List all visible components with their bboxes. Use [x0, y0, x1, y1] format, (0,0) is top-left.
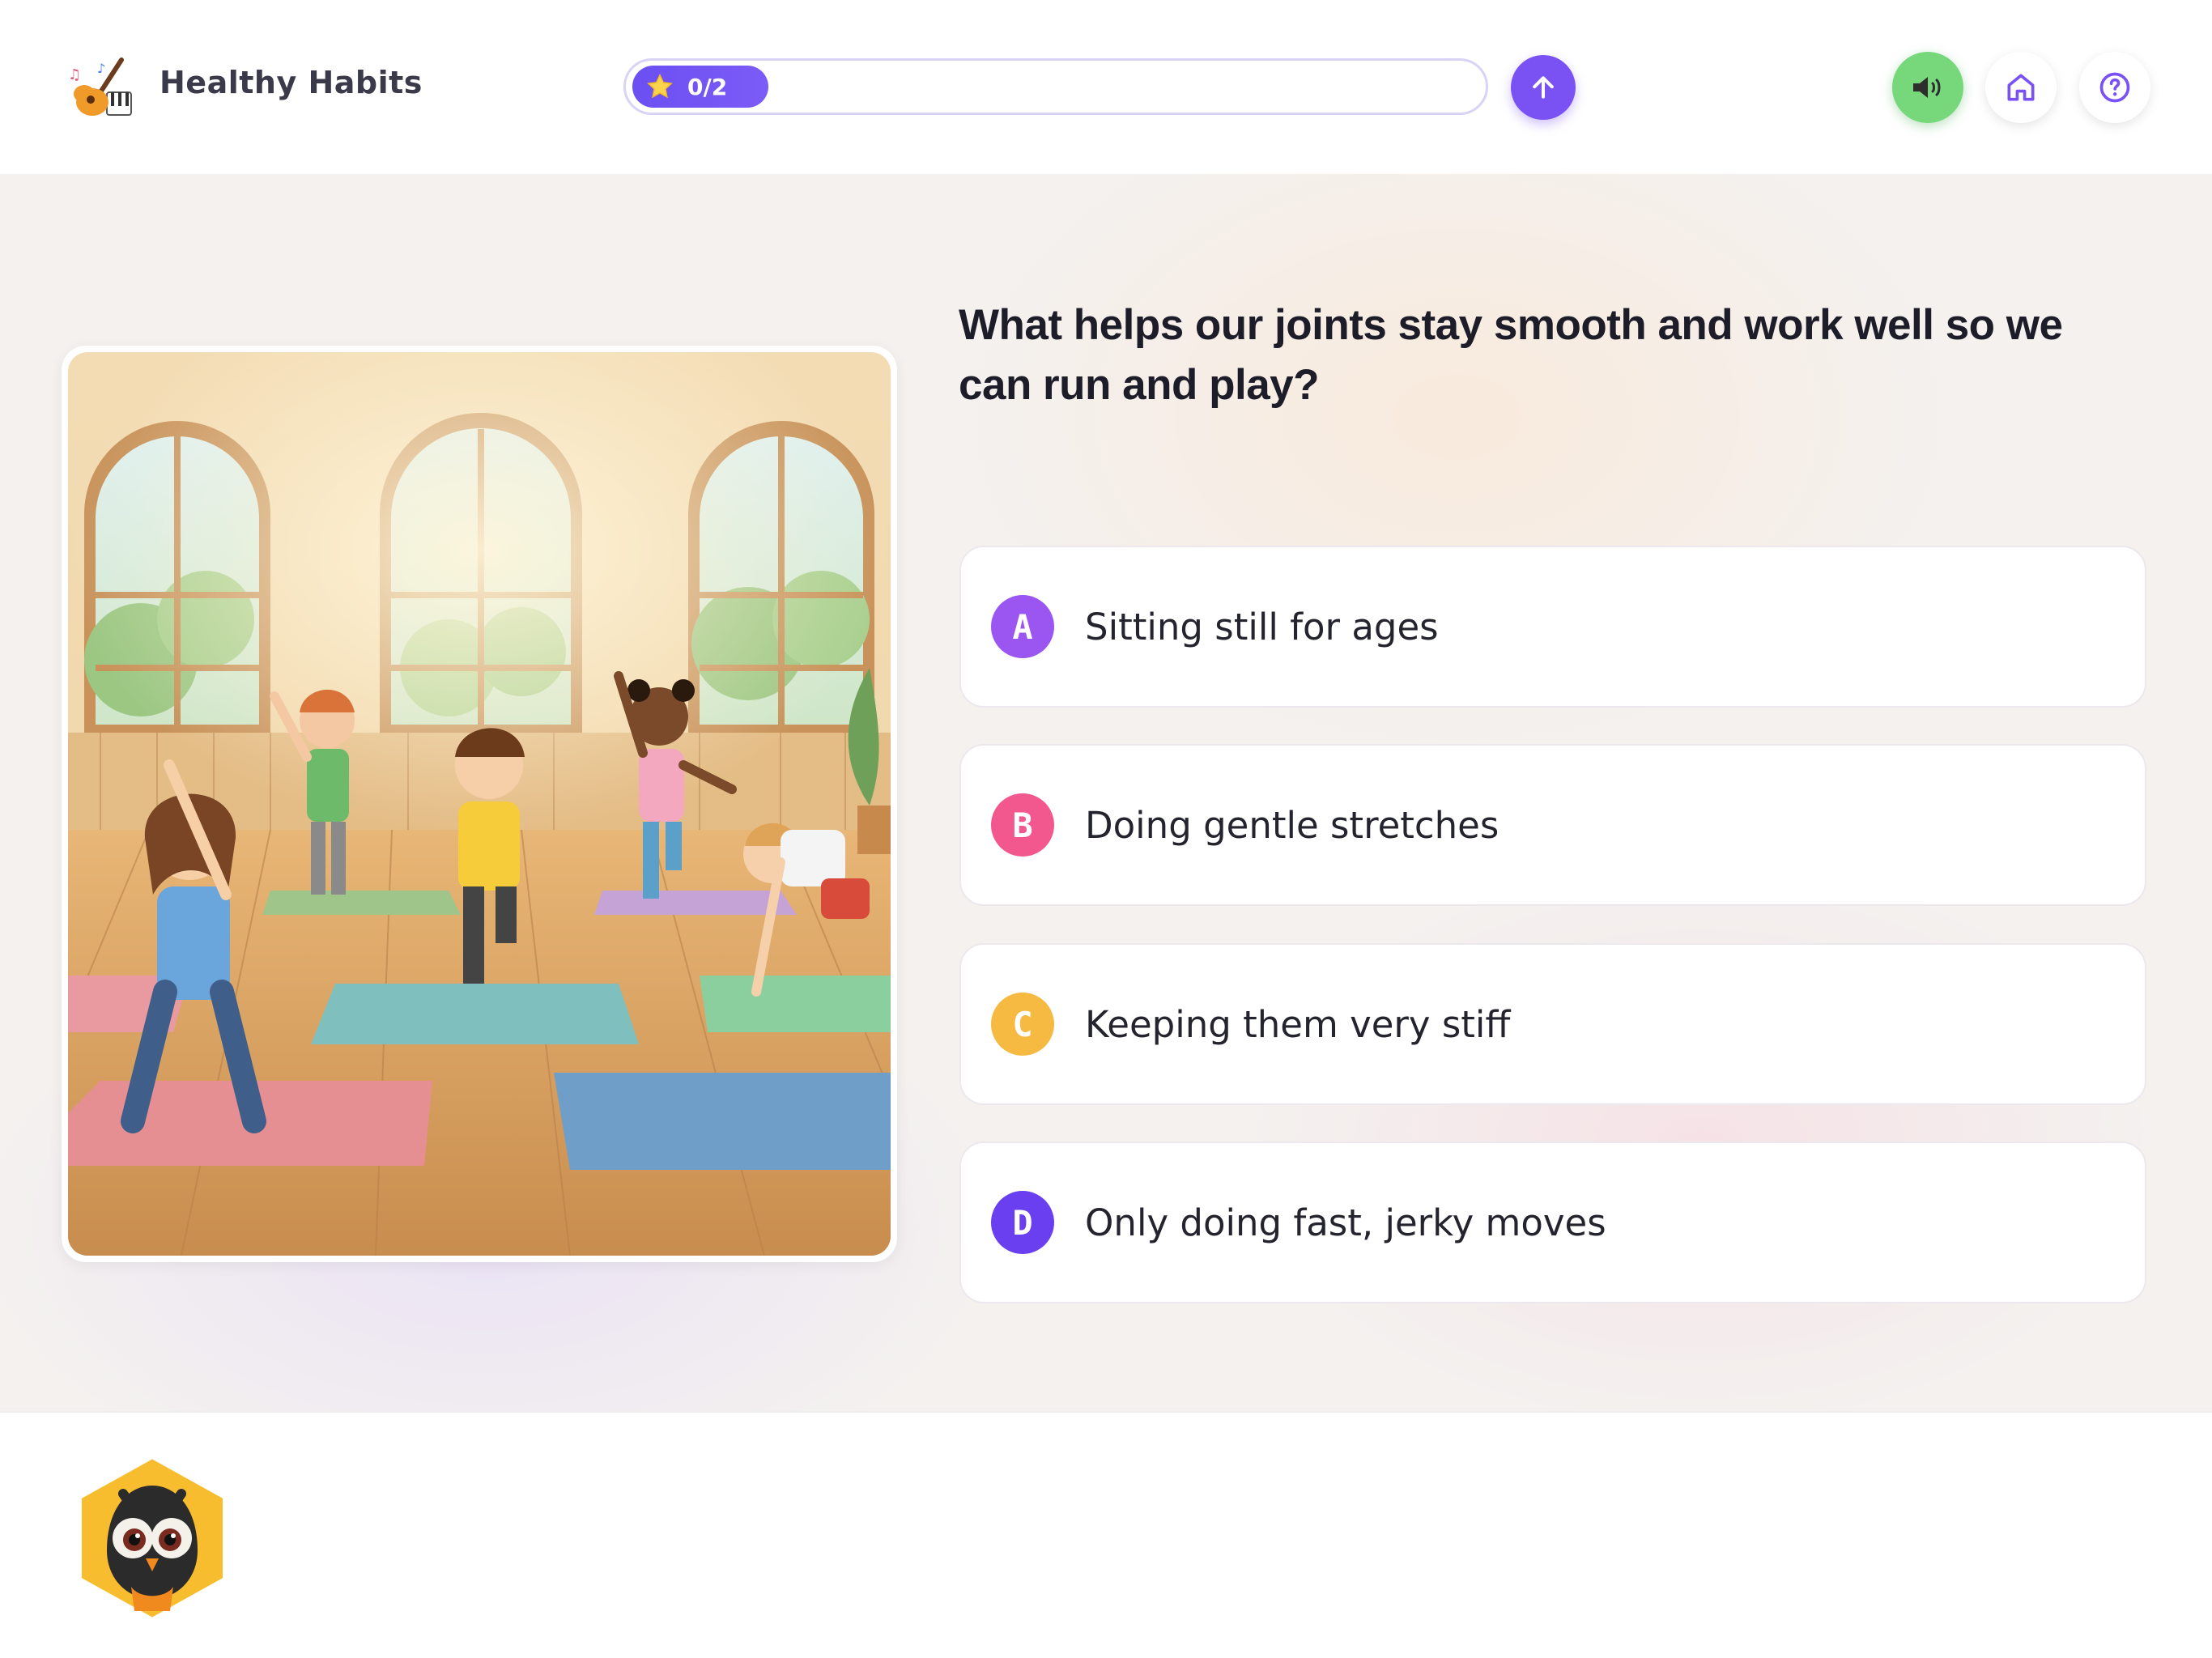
submit-button[interactable]	[1511, 55, 1576, 120]
answer-option-a[interactable]: A Sitting still for ages	[959, 546, 2146, 708]
question-area: What helps our joints stay smooth and wo…	[0, 174, 2212, 1411]
app-title: Healthy Habits	[160, 65, 423, 100]
illustration-card	[62, 346, 897, 1262]
answer-option-d[interactable]: D Only doing fast, jerky moves	[959, 1141, 2146, 1303]
question-text: What helps our joints stay smooth and wo…	[959, 301, 2063, 409]
option-letter-badge: B	[991, 793, 1054, 857]
arrow-up-icon	[1533, 76, 1554, 99]
progress-pill: 0/2	[632, 66, 768, 108]
option-letter-badge: D	[991, 1191, 1054, 1254]
guitar-music-icon: ♫ ♪	[68, 57, 132, 116]
question-circle-icon	[2099, 72, 2130, 103]
option-letter-badge: C	[991, 993, 1054, 1056]
option-text: Sitting still for ages	[1085, 605, 1439, 648]
footer-bar	[0, 1411, 2212, 1658]
option-text: Keeping them very stiff	[1085, 1002, 1511, 1046]
progress-count: 0/2	[687, 73, 728, 100]
answer-option-b[interactable]: B Doing gentle stretches	[959, 744, 2146, 906]
owl-mascot-icon[interactable]	[74, 1453, 230, 1623]
svg-text:♫: ♫	[68, 66, 81, 83]
option-text: Only doing fast, jerky moves	[1085, 1201, 1606, 1244]
progress-bar: 0/2	[623, 58, 1488, 115]
star-icon	[647, 74, 673, 99]
answer-option-c[interactable]: C Keeping them very stiff	[959, 943, 2146, 1105]
home-icon	[2007, 74, 2035, 101]
top-bar: ♫ ♪ Healthy Habits 0/2	[0, 0, 2212, 174]
svg-text:♪: ♪	[97, 61, 105, 76]
children-stretching-yoga-illustration	[68, 352, 891, 1256]
option-letter-badge: A	[991, 595, 1054, 658]
option-text: Doing gentle stretches	[1085, 803, 1499, 847]
speaker-icon	[1913, 77, 1941, 98]
help-button[interactable]	[2079, 52, 2150, 123]
home-button[interactable]	[1985, 52, 2057, 123]
sound-button[interactable]	[1892, 52, 1963, 123]
